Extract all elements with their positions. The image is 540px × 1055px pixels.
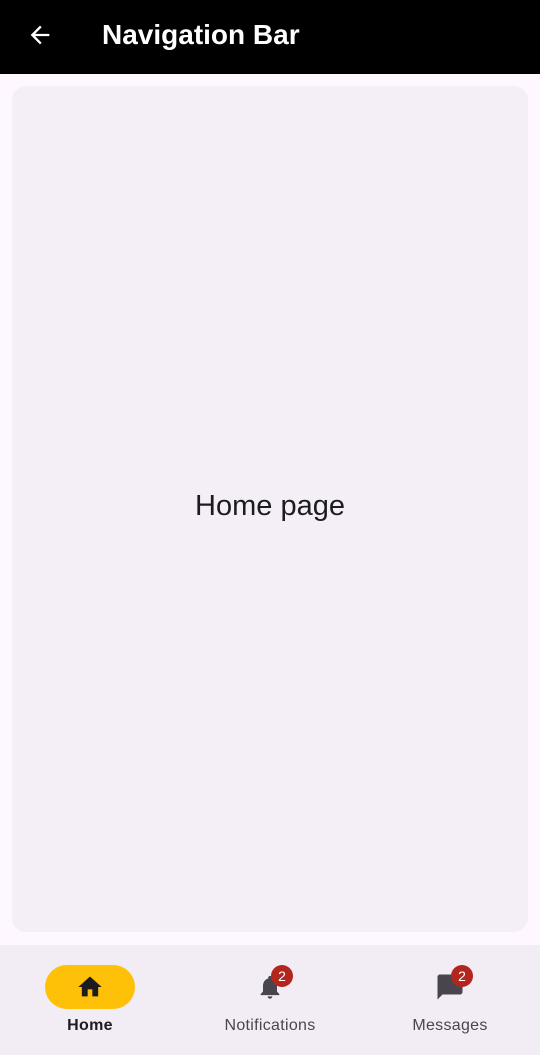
- nav-item-home[interactable]: Home: [0, 945, 180, 1055]
- nav-item-label: Notifications: [224, 1017, 316, 1034]
- app-bar: Navigation Bar: [0, 0, 540, 74]
- nav-item-messages[interactable]: 2 Messages: [360, 945, 540, 1055]
- nav-item-notifications[interactable]: 2 Notifications: [180, 945, 360, 1055]
- home-icon: [74, 971, 106, 1003]
- notification-badge: 2: [271, 965, 293, 987]
- nav-item-label: Messages: [412, 1017, 488, 1034]
- back-button[interactable]: [18, 15, 62, 59]
- home-page-card: Home page: [12, 86, 528, 932]
- nav-item-label: Home: [67, 1017, 113, 1034]
- message-badge: 2: [451, 965, 473, 987]
- app-bar-title: Navigation Bar: [102, 19, 300, 50]
- bottom-navigation-bar: Home 2 Notifications 2 Messages: [0, 945, 540, 1055]
- arrow-back-icon: [26, 21, 54, 54]
- page-text: Home page: [195, 489, 345, 522]
